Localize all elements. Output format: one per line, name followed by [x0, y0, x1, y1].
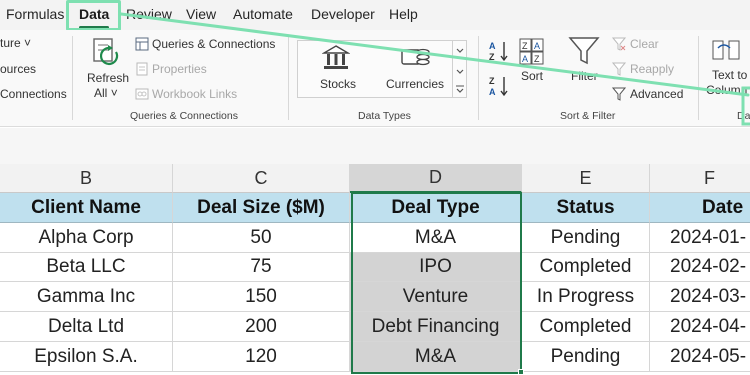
svg-text:Z: Z — [522, 41, 528, 51]
table-cell[interactable]: 2024-02- — [650, 253, 750, 282]
table-cell[interactable]: Beta LLC — [0, 253, 173, 282]
reapply-icon — [611, 62, 627, 81]
table-cell-deal-type[interactable]: Debt Financing — [350, 312, 522, 342]
existing-connections-label[interactable]: Connections — [0, 87, 67, 101]
table-cell[interactable]: 120 — [173, 342, 350, 372]
table-cell[interactable]: 200 — [173, 312, 350, 342]
filter-icon[interactable] — [568, 36, 600, 71]
currencies-button[interactable]: Currencies — [386, 77, 444, 91]
menu-developer[interactable]: Developer — [311, 6, 375, 22]
table-cell-deal-type[interactable]: M&A — [350, 223, 522, 253]
header-date[interactable]: Date — [650, 193, 750, 223]
data-types-group-label: Data Types — [358, 110, 411, 122]
table-cell[interactable]: Delta Ltd — [0, 312, 173, 342]
properties-button[interactable]: Properties — [152, 62, 207, 76]
refresh-label[interactable]: Refresh — [87, 71, 129, 85]
svg-text:A: A — [522, 54, 528, 64]
sort-az-icon[interactable]: AZ — [488, 39, 510, 68]
column-header-d[interactable]: D — [350, 164, 522, 193]
clear-button[interactable]: Clear — [630, 37, 659, 51]
fill-handle[interactable] — [518, 369, 524, 375]
queries-connections-button[interactable]: Queries & Connections — [152, 37, 275, 51]
gallery-scroll[interactable] — [452, 40, 466, 98]
reapply-button[interactable]: Reapply — [630, 62, 674, 76]
workbook-links-button[interactable]: Workbook Links — [152, 87, 237, 101]
text-to-columns-label-2[interactable]: Column — [706, 83, 747, 97]
column-header-e[interactable]: E — [522, 164, 650, 193]
svg-text:Z: Z — [534, 54, 540, 64]
stocks-icon[interactable] — [321, 44, 351, 77]
properties-icon — [135, 62, 149, 81]
table-cell-deal-type[interactable]: M&A — [350, 342, 522, 372]
get-data-sources-label[interactable]: ources — [0, 62, 36, 76]
table-cell[interactable]: 2024-01- — [650, 223, 750, 253]
stocks-button[interactable]: Stocks — [320, 77, 356, 91]
queries-group-label: Queries & Connections — [130, 110, 238, 122]
header-client-name[interactable]: Client Name — [0, 193, 173, 223]
group-separator — [478, 36, 479, 120]
data-tools-group-label: Da — [737, 110, 750, 122]
svg-text:A: A — [489, 87, 496, 97]
table-cell[interactable]: Gamma Inc — [0, 282, 173, 312]
formula-bar-gap — [0, 128, 750, 164]
table-cell-deal-type[interactable]: IPO — [350, 253, 522, 282]
sort-dialog-icon[interactable]: ZAAZ — [519, 38, 545, 73]
text-to-columns-icon[interactable] — [712, 38, 742, 69]
header-status[interactable]: Status — [522, 193, 650, 223]
table-cell[interactable]: Pending — [522, 342, 650, 372]
sort-filter-group-label: Sort & Filter — [560, 110, 616, 122]
table-cell[interactable]: 2024-05- — [650, 342, 750, 372]
queries-connections-icon — [135, 37, 149, 56]
column-header-f[interactable]: F — [650, 164, 750, 193]
table-cell[interactable]: 2024-04- — [650, 312, 750, 342]
column-header-b[interactable]: B — [0, 164, 173, 193]
group-separator — [698, 36, 699, 120]
menu-formulas[interactable]: Formulas — [6, 6, 64, 22]
menu-bar: Formulas Data Review View Automate Devel… — [0, 0, 750, 31]
header-deal-size[interactable]: Deal Size ($M) — [173, 193, 350, 223]
table-cell[interactable]: Completed — [522, 312, 650, 342]
advanced-filter-icon — [611, 87, 627, 106]
ribbon-data: ture ˅ ources Connections Refresh All ˅ … — [0, 30, 750, 127]
sort-za-icon[interactable]: ZA — [488, 74, 510, 103]
spreadsheet-grid[interactable]: B C D E F Client Name Deal Size ($M) Dea… — [0, 164, 750, 375]
text-to-columns-label[interactable]: Text to — [712, 68, 747, 82]
menu-help[interactable]: Help — [389, 6, 418, 22]
table-cell[interactable]: Alpha Corp — [0, 223, 173, 253]
table-cell-deal-type[interactable]: Venture — [350, 282, 522, 312]
get-data-sources-partial[interactable]: ture ˅ — [0, 36, 31, 50]
table-cell[interactable]: 50 — [173, 223, 350, 253]
currencies-icon[interactable] — [400, 44, 430, 77]
filter-button[interactable]: Filter — [571, 69, 598, 83]
group-separator — [288, 36, 289, 120]
table-cell[interactable]: Completed — [522, 253, 650, 282]
table-cell[interactable]: In Progress — [522, 282, 650, 312]
svg-text:Z: Z — [489, 76, 495, 86]
table-cell[interactable]: 150 — [173, 282, 350, 312]
advanced-button[interactable]: Advanced — [630, 87, 683, 101]
clear-filter-icon — [611, 37, 627, 56]
header-deal-type[interactable]: Deal Type — [350, 193, 522, 223]
menu-view[interactable]: View — [186, 6, 216, 22]
data-tab-annotation-box — [66, 0, 121, 31]
svg-text:A: A — [489, 41, 496, 51]
table-cell[interactable]: Pending — [522, 223, 650, 253]
sort-button[interactable]: Sort — [521, 69, 543, 83]
table-cell[interactable]: 2024-03- — [650, 282, 750, 312]
svg-text:A: A — [534, 41, 540, 51]
group-separator — [72, 36, 73, 120]
table-cell[interactable]: Epsilon S.A. — [0, 342, 173, 372]
column-header-c[interactable]: C — [173, 164, 350, 193]
svg-text:Z: Z — [489, 52, 495, 62]
menu-review[interactable]: Review — [126, 6, 172, 22]
table-cell[interactable]: 75 — [173, 253, 350, 282]
workbook-links-icon — [135, 87, 149, 106]
menu-automate[interactable]: Automate — [233, 6, 293, 22]
refresh-all-label[interactable]: All ˅ — [94, 86, 118, 100]
